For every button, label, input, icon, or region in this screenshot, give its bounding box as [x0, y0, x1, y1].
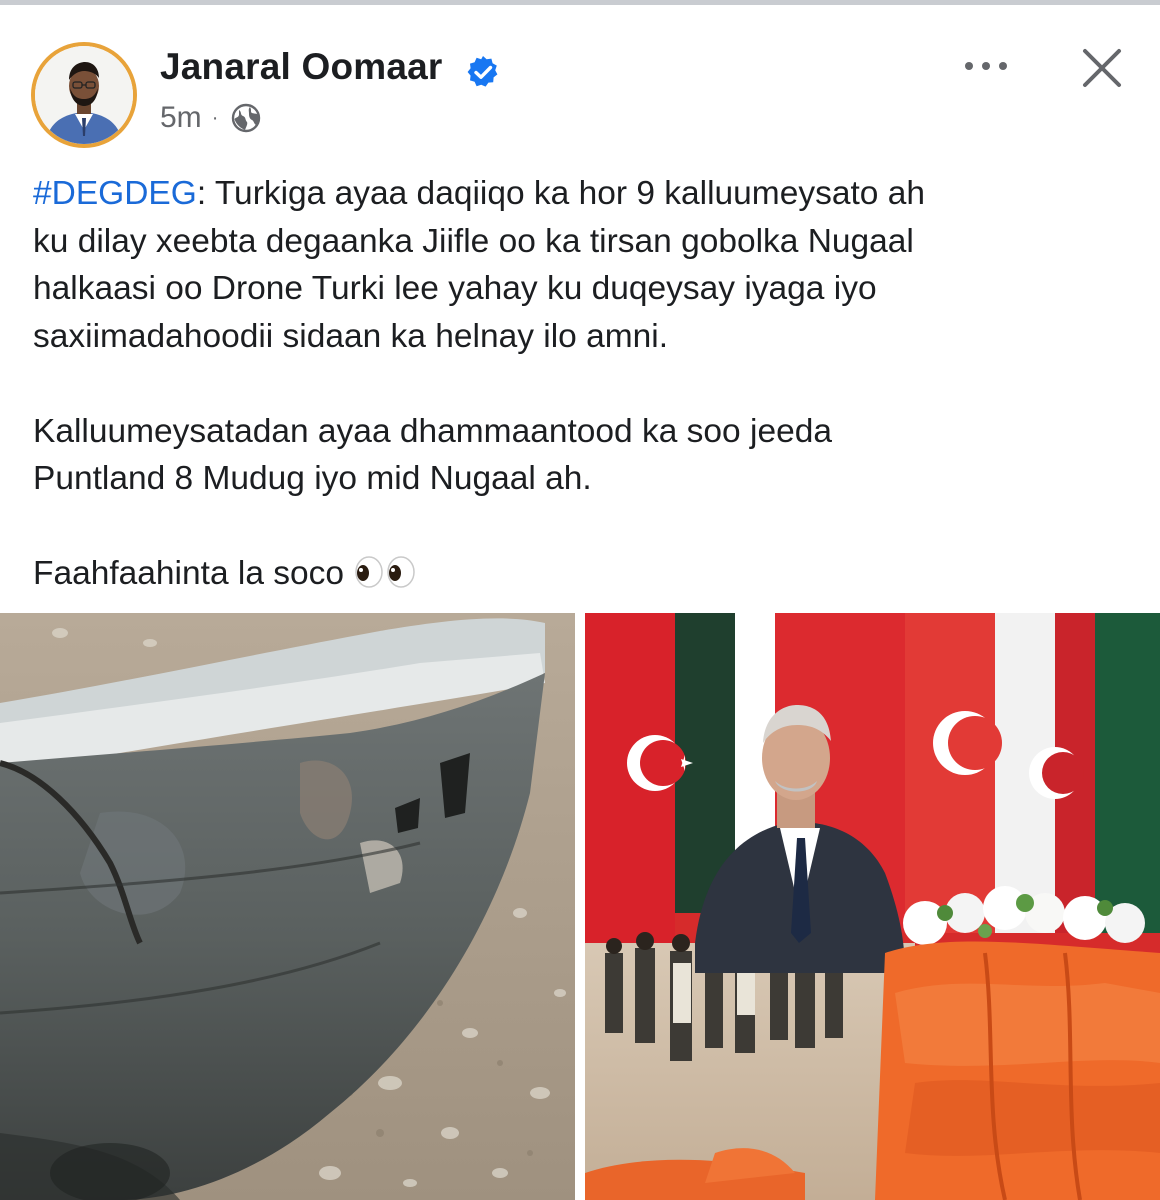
boat-image [0, 613, 575, 1200]
close-icon[interactable] [1078, 44, 1126, 92]
damaged-boat-photo[interactable] [0, 613, 575, 1200]
more-options-button[interactable] [958, 48, 1014, 84]
hashtag-link[interactable]: #DEGDEG [33, 175, 197, 212]
post-line-3: halkaasi oo Drone Turki lee yahay ku duq… [33, 270, 877, 307]
post-line-7: Faahfaahinta la soco [33, 550, 1133, 598]
author-name[interactable]: Janaral Oomaar [160, 46, 443, 88]
meta-separator: · [211, 106, 219, 129]
post-body: #DEGDEG: Turkiga ayaa daqiiqo ka hor 9 k… [33, 170, 1133, 598]
post-line-2: ku dilay xeebta degaanka Jiifle oo ka ti… [33, 222, 914, 260]
verified-badge-icon [467, 56, 498, 87]
globe-icon[interactable] [230, 102, 262, 134]
post-line-4: saxiimadahoodii sidaan ka helnay ilo amn… [33, 317, 669, 355]
collage-image [585, 613, 1160, 1200]
post-line-6: Puntland 8 Mudug iyo mid Nugaal ah. [33, 460, 592, 497]
post-line-5: Kalluumeysatadan ayaa dhammaantood ka so… [33, 412, 832, 450]
post-line-1: #DEGDEG: Turkiga ayaa daqiiqo ka hor 9 k… [33, 175, 925, 212]
post-timestamp[interactable]: 5m [160, 101, 202, 135]
facebook-post: Janaral Oomaar 5m · #DEGDEG: Turkiga aya… [0, 0, 1160, 1200]
turkey-president-collage-photo[interactable] [585, 613, 1160, 1200]
avatar-image [35, 46, 133, 144]
top-divider [0, 0, 1160, 5]
avatar[interactable] [31, 42, 137, 148]
more-dots-icon [965, 62, 1007, 70]
post-meta: 5m · [160, 100, 262, 136]
eyes-emoji-icon [355, 556, 416, 588]
